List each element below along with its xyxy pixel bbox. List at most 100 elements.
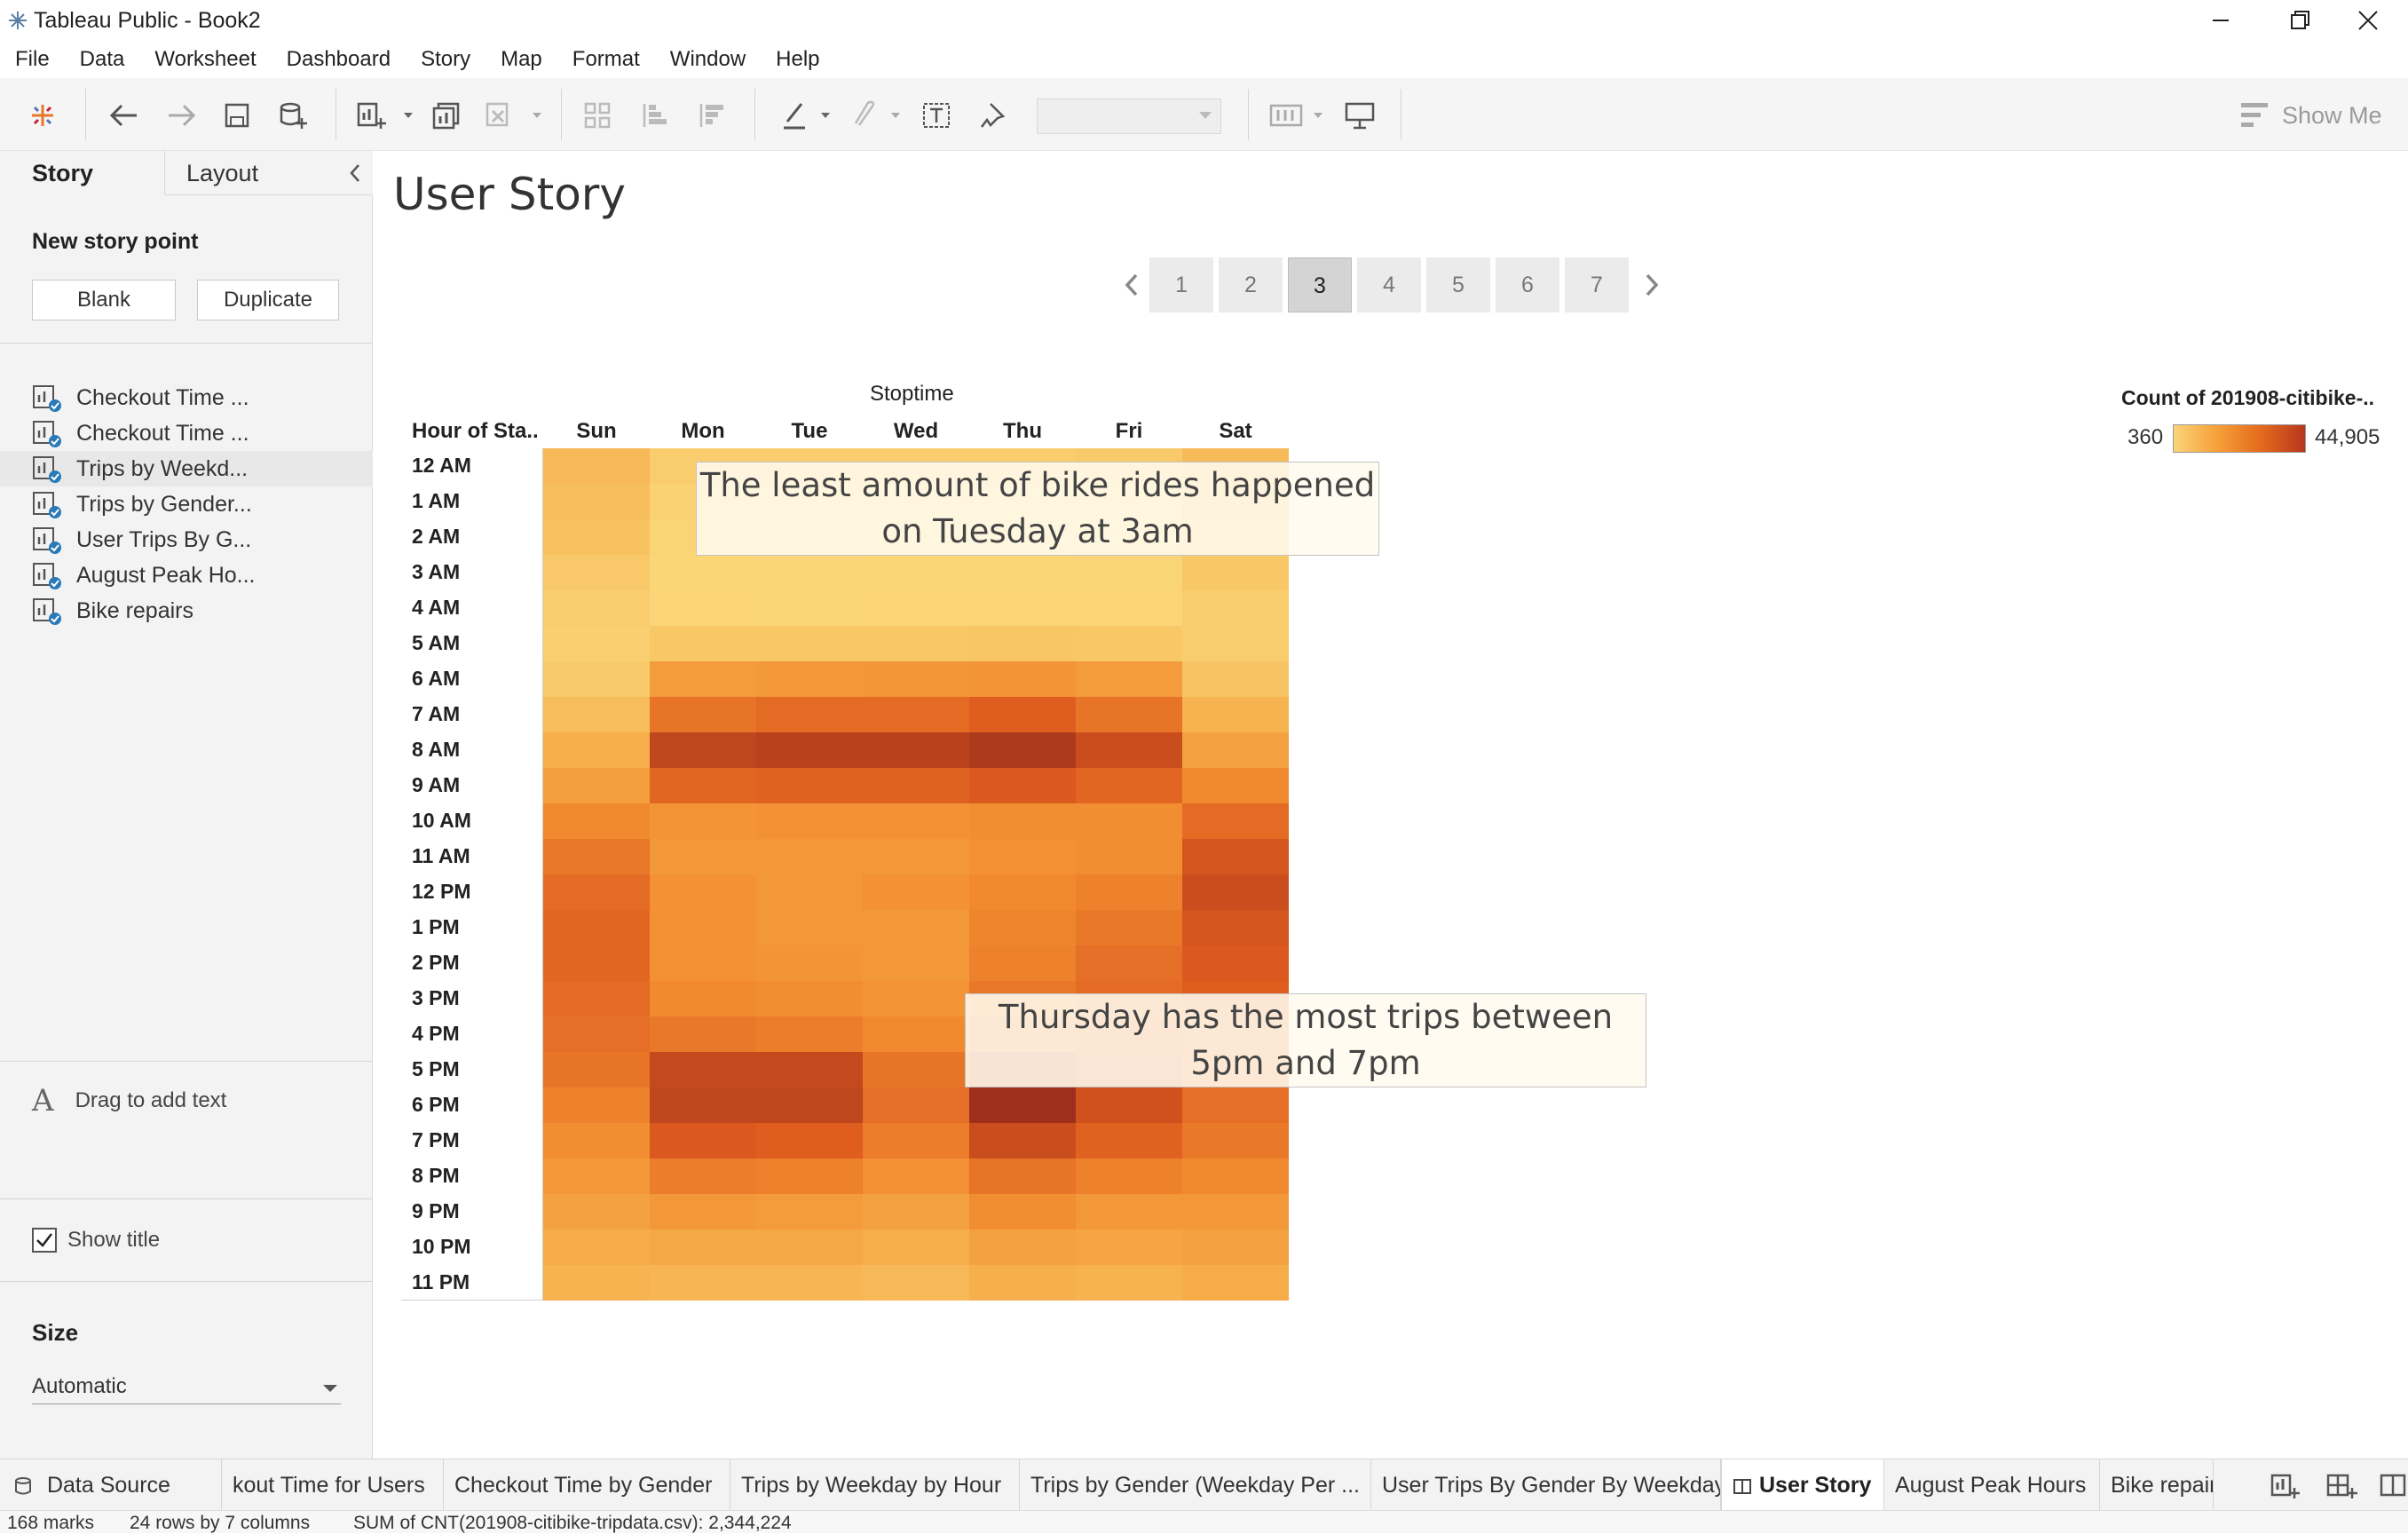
redo-button[interactable] [162, 96, 201, 135]
drag-to-add-text[interactable]: A Drag to add text [32, 1083, 226, 1119]
heatmap-cell[interactable] [543, 697, 650, 732]
heatmap-cell[interactable] [969, 874, 1076, 910]
heatmap-cell[interactable] [543, 484, 650, 519]
menu-file[interactable]: File [0, 41, 65, 78]
heatmap-cell[interactable] [650, 910, 756, 945]
heatmap-cell[interactable] [756, 732, 863, 768]
heatmap-cell[interactable] [863, 874, 969, 910]
heatmap-cell[interactable] [756, 1230, 863, 1265]
heatmap-cell[interactable] [969, 1230, 1076, 1265]
story-point-6[interactable]: 6 [1496, 257, 1559, 312]
undo-button[interactable] [105, 96, 144, 135]
sheet-tab[interactable]: Bike repairs [2100, 1459, 2214, 1511]
heatmap-cell[interactable] [863, 661, 969, 697]
heatmap-cell[interactable] [969, 732, 1076, 768]
heatmap-cell[interactable] [650, 555, 756, 590]
heatmap-cell[interactable] [1182, 839, 1289, 874]
heatmap-cell[interactable] [650, 768, 756, 803]
heatmap-cell[interactable] [969, 839, 1076, 874]
tab-story[interactable]: Story [0, 151, 164, 195]
heatmap-cell[interactable] [863, 803, 969, 839]
heatmap-cell[interactable] [756, 1052, 863, 1087]
heatmap-cell[interactable] [756, 1265, 863, 1301]
heatmap-cell[interactable] [756, 910, 863, 945]
heatmap-cell[interactable] [543, 910, 650, 945]
heatmap-cell[interactable] [969, 1158, 1076, 1194]
heatmap-cell[interactable] [1182, 697, 1289, 732]
tab-layout[interactable]: Layout [164, 151, 373, 195]
heatmap-cell[interactable] [650, 626, 756, 661]
heatmap-cell[interactable] [543, 945, 650, 981]
heatmap-cell[interactable] [863, 1194, 969, 1230]
heatmap-cell[interactable] [863, 732, 969, 768]
heatmap-cell[interactable] [1182, 590, 1289, 626]
story-sheet-item[interactable]: Trips by Gender... [0, 486, 373, 522]
previous-point-button[interactable] [1114, 257, 1149, 312]
heatmap-cell[interactable] [969, 590, 1076, 626]
heatmap-cell[interactable] [863, 590, 969, 626]
heatmap-cell[interactable] [650, 661, 756, 697]
heatmap-cell[interactable] [1076, 1265, 1182, 1301]
blank-button[interactable]: Blank [32, 280, 176, 320]
show-title-toggle[interactable]: Show title [32, 1228, 160, 1253]
heatmap-cell[interactable] [1076, 1087, 1182, 1123]
story-sheet-item[interactable]: August Peak Ho... [0, 557, 373, 593]
new-data-source-button[interactable] [273, 96, 312, 135]
heatmap-cell[interactable] [650, 1230, 756, 1265]
menu-dashboard[interactable]: Dashboard [272, 41, 406, 78]
annotation-most-trips[interactable]: Thursday has the most trips between 5pm … [965, 993, 1646, 1087]
sheet-tab[interactable]: User Trips By Gender By Weekday [1371, 1459, 1721, 1511]
story-sheet-item[interactable]: Trips by Weekd... [0, 451, 373, 486]
heatmap-cell[interactable] [863, 945, 969, 981]
heatmap-cell[interactable] [650, 1158, 756, 1194]
heatmap-cell[interactable] [1182, 1123, 1289, 1158]
minimize-button[interactable] [2181, 2, 2261, 39]
menu-map[interactable]: Map [486, 41, 557, 78]
tableau-logo-button[interactable] [23, 96, 62, 135]
new-dashboard-tab-icon[interactable] [2325, 1470, 2357, 1500]
heatmap-cell[interactable] [1182, 1230, 1289, 1265]
heatmap-cell[interactable] [543, 1194, 650, 1230]
heatmap-cell[interactable] [1182, 1265, 1289, 1301]
sheet-tab[interactable]: kout Time for Users [222, 1459, 444, 1511]
sheet-tab[interactable]: August Peak Hours [1884, 1459, 2100, 1511]
heatmap-cell[interactable] [969, 803, 1076, 839]
story-sheet-item[interactable]: Checkout Time ... [0, 380, 373, 415]
size-dropdown[interactable]: Automatic [32, 1369, 341, 1404]
group-button[interactable] [579, 96, 618, 135]
heatmap-cell[interactable] [863, 697, 969, 732]
menu-story[interactable]: Story [406, 41, 486, 78]
heatmap-cell[interactable] [1182, 732, 1289, 768]
heatmap-cell[interactable] [543, 1052, 650, 1087]
heatmap-cell[interactable] [650, 590, 756, 626]
save-button[interactable] [217, 96, 257, 135]
heatmap-cell[interactable] [756, 768, 863, 803]
story-point-7[interactable]: 7 [1565, 257, 1629, 312]
menu-data[interactable]: Data [65, 41, 140, 78]
heatmap-cell[interactable] [543, 519, 650, 555]
heatmap-cell[interactable] [1076, 945, 1182, 981]
heatmap-cell[interactable] [543, 803, 650, 839]
tab-data-source[interactable]: Data Source [0, 1459, 222, 1511]
heatmap-cell[interactable] [650, 1194, 756, 1230]
sort-descending-button[interactable] [692, 96, 731, 135]
heatmap-cell[interactable] [863, 768, 969, 803]
heatmap-cell[interactable] [650, 945, 756, 981]
show-title-checkbox[interactable] [32, 1228, 57, 1253]
heatmap-cell[interactable] [969, 910, 1076, 945]
menu-window[interactable]: Window [655, 41, 761, 78]
heatmap-cell[interactable] [543, 590, 650, 626]
next-point-button[interactable] [1634, 257, 1670, 312]
heatmap-cell[interactable] [756, 1194, 863, 1230]
heatmap-cell[interactable] [756, 590, 863, 626]
heatmap-cell[interactable] [1076, 910, 1182, 945]
show-me-button[interactable]: Show Me [2241, 96, 2382, 135]
heatmap-cell[interactable] [543, 1265, 650, 1301]
heatmap-cell[interactable] [756, 1123, 863, 1158]
heatmap-cell[interactable] [756, 1016, 863, 1052]
heatmap-cell[interactable] [756, 945, 863, 981]
heatmap-cell[interactable] [863, 910, 969, 945]
heatmap-cell[interactable] [1182, 1087, 1289, 1123]
heatmap-cell[interactable] [650, 874, 756, 910]
heatmap-cell[interactable] [543, 626, 650, 661]
